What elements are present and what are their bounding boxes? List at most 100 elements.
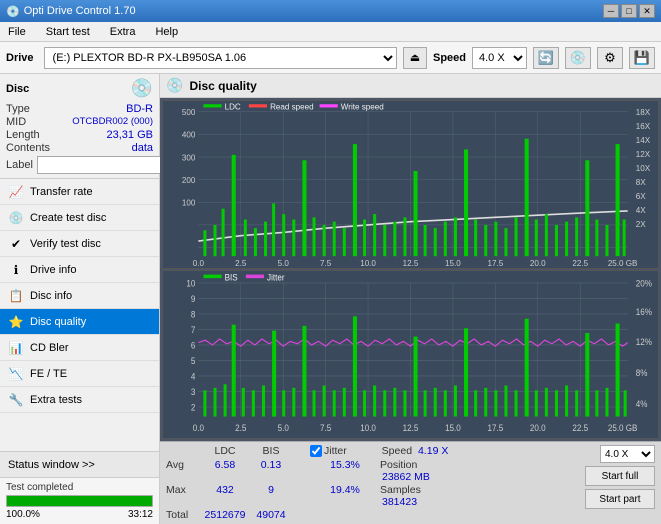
total-label: Total [166, 509, 202, 521]
sidebar-item-verify-test-disc[interactable]: ✔ Verify test disc [0, 231, 159, 257]
svg-text:8: 8 [191, 309, 196, 320]
sidebar-item-fe-te[interactable]: 📉 FE / TE [0, 361, 159, 387]
jitter-checkbox[interactable] [310, 445, 322, 457]
svg-text:25.0 GB: 25.0 GB [608, 422, 638, 433]
svg-text:0.0: 0.0 [193, 258, 205, 268]
sidebar-item-disc-info[interactable]: 📋 Disc info [0, 283, 159, 309]
bis-chart-svg: 10 9 8 7 6 5 4 3 2 20% 16% 12% 8% 4% [163, 271, 658, 438]
menubar: File Start test Extra Help [0, 22, 661, 42]
svg-text:10.0: 10.0 [360, 258, 376, 268]
app-title: Opti Drive Control 1.70 [24, 5, 136, 17]
svg-text:15.0: 15.0 [445, 422, 461, 433]
svg-text:0.0: 0.0 [193, 422, 204, 433]
svg-text:20.0: 20.0 [530, 258, 546, 268]
sidebar-item-transfer-rate[interactable]: 📈 Transfer rate [0, 179, 159, 205]
save-button[interactable]: 💾 [629, 47, 655, 69]
svg-text:Read speed: Read speed [270, 101, 314, 111]
svg-text:20%: 20% [636, 278, 652, 289]
svg-text:20.0: 20.0 [530, 422, 546, 433]
svg-text:6: 6 [191, 340, 196, 351]
menu-start-test[interactable]: Start test [42, 24, 94, 40]
stats-table: LDC BIS Jitter Speed 4.19 X [166, 445, 579, 521]
sidebar-item-create-test-disc[interactable]: 💿 Create test disc [0, 205, 159, 231]
maximize-button[interactable]: □ [621, 4, 637, 18]
transfer-rate-label: Transfer rate [30, 186, 93, 198]
eject-button[interactable]: ⏏ [403, 47, 427, 69]
mid-label: MID [6, 116, 26, 128]
status-window-button[interactable]: Status window >> [0, 451, 159, 477]
sidebar-item-drive-info[interactable]: ℹ Drive info [0, 257, 159, 283]
extra-tests-label: Extra tests [30, 394, 82, 406]
progress-area: Test completed 100.0% 33:12 [0, 477, 159, 524]
minimize-button[interactable]: ─ [603, 4, 619, 18]
svg-text:12.5: 12.5 [403, 258, 419, 268]
disc-quality-header: 💿 Disc quality [160, 74, 661, 98]
svg-text:9: 9 [191, 293, 196, 304]
svg-text:22.5: 22.5 [572, 422, 588, 433]
label-input[interactable] [37, 156, 171, 174]
svg-text:4%: 4% [636, 398, 648, 409]
disc-info-icon: 📋 [8, 288, 24, 304]
sidebar-item-extra-tests[interactable]: 🔧 Extra tests [0, 387, 159, 413]
label-label: Label [6, 159, 33, 171]
stats-panel: LDC BIS Jitter Speed 4.19 X [160, 441, 661, 524]
progress-elapsed: 33:12 [128, 509, 153, 520]
disc-button[interactable]: 💿 [565, 47, 591, 69]
svg-text:4: 4 [191, 371, 196, 382]
action-panel: 4.0 X Start full Start part [585, 445, 655, 509]
create-test-disc-icon: 💿 [8, 210, 24, 226]
svg-text:LDC: LDC [225, 101, 241, 111]
mid-value: OTCBDR002 (000) [72, 116, 153, 128]
contents-label: Contents [6, 142, 50, 154]
svg-text:12.5: 12.5 [403, 422, 419, 433]
transfer-rate-icon: 📈 [8, 184, 24, 200]
svg-text:5.0: 5.0 [278, 422, 289, 433]
fe-te-icon: 📉 [8, 366, 24, 382]
close-button[interactable]: ✕ [639, 4, 655, 18]
total-bis: 49074 [248, 509, 294, 521]
svg-text:12%: 12% [636, 336, 652, 347]
speed-select[interactable]: 4.0 X [472, 47, 527, 69]
settings-button[interactable]: ⚙ [597, 47, 623, 69]
drive-select[interactable]: (E:) PLEXTOR BD-R PX-LB950SA 1.06 [44, 47, 397, 69]
sidebar-item-disc-quality[interactable]: ⭐ Disc quality [0, 309, 159, 335]
refresh-button[interactable]: 🔄 [533, 47, 559, 69]
bis-chart: 10 9 8 7 6 5 4 3 2 20% 16% 12% 8% 4% [162, 270, 659, 439]
titlebar-controls: ─ □ ✕ [603, 4, 655, 18]
speed-label: Speed [433, 52, 466, 64]
start-part-button[interactable]: Start part [585, 489, 655, 509]
col-speed-header: Speed 4.19 X [380, 445, 450, 457]
svg-text:300: 300 [182, 152, 196, 162]
menu-help[interactable]: Help [151, 24, 182, 40]
svg-text:22.5: 22.5 [572, 258, 588, 268]
start-speed-select[interactable]: 4.0 X [600, 445, 655, 463]
svg-text:7.5: 7.5 [320, 422, 331, 433]
col-bis-header: BIS [248, 445, 294, 457]
drivebar: Drive (E:) PLEXTOR BD-R PX-LB950SA 1.06 … [0, 42, 661, 74]
start-full-button[interactable]: Start full [585, 466, 655, 486]
col-ldc-header: LDC [202, 445, 248, 457]
svg-text:7.5: 7.5 [320, 258, 332, 268]
menu-extra[interactable]: Extra [106, 24, 140, 40]
col-jitter-header: Jitter [310, 445, 380, 457]
sidebar-nav: 📈 Transfer rate 💿 Create test disc ✔ Ver… [0, 179, 159, 413]
samples-value: 381423 [382, 496, 417, 508]
svg-text:Write speed: Write speed [341, 101, 384, 111]
svg-text:2.5: 2.5 [235, 258, 247, 268]
svg-text:10.0: 10.0 [360, 422, 376, 433]
svg-text:14X: 14X [636, 135, 651, 145]
status-text: Test completed [6, 482, 153, 493]
disc-quality-label: Disc quality [30, 316, 86, 328]
sidebar-item-cd-bler[interactable]: 📊 CD Bler [0, 335, 159, 361]
svg-text:17.5: 17.5 [487, 258, 503, 268]
disc-info-label: Disc info [30, 290, 72, 302]
max-bis: 9 [248, 484, 294, 508]
main-layout: Disc 💿 Type BD-R MID OTCBDR002 (000) Len… [0, 74, 661, 524]
svg-text:BIS: BIS [225, 272, 238, 283]
svg-text:5: 5 [191, 355, 196, 366]
svg-text:3: 3 [191, 386, 196, 397]
svg-text:15.0: 15.0 [445, 258, 461, 268]
svg-text:12X: 12X [636, 149, 651, 159]
menu-file[interactable]: File [4, 24, 30, 40]
status-window-label: Status window >> [8, 459, 95, 471]
